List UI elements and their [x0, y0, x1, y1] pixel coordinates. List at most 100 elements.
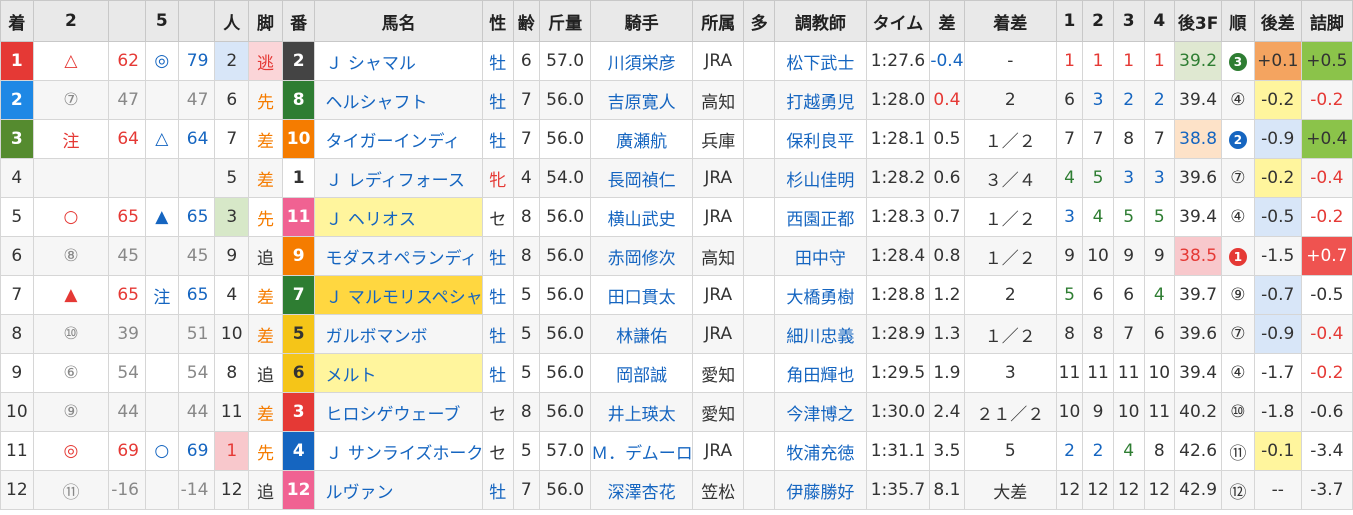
col-騎手[interactable]: 騎手 — [590, 0, 694, 42]
horse-number: 7 — [281, 275, 316, 315]
table-row[interactable]: 1 △ 62 ◎ 79 2 逃 2 Ｊ シャマル牡 6 57.0 川須栄彦 JRA 松下武士 1:27.6-… — [0, 41, 1353, 81]
col-2[interactable]: 2 — [32, 0, 110, 42]
corner-4: 10 — [1143, 353, 1176, 393]
mark-2: 注 — [32, 119, 110, 159]
col-馬名[interactable]: 馬名 — [314, 0, 483, 42]
horse-name-link[interactable]: ルヴァン — [314, 470, 483, 510]
col-番[interactable]: 番 — [281, 0, 316, 42]
horse-name-link[interactable]: Ｊ レディフォース — [314, 158, 483, 198]
col-人[interactable]: 人 — [214, 0, 250, 42]
table-row[interactable]: 12 ⑪ -16 -14 12 追 12 ルヴァン牡 7 56.0 深澤杏花 笠松 伊藤勝好 1:35.7… — [0, 470, 1353, 510]
col-斤量[interactable]: 斤量 — [539, 0, 592, 42]
col-調教師[interactable]: 調教師 — [773, 0, 867, 42]
jockey-link[interactable]: 廣瀬航 — [590, 119, 694, 159]
margin: 5 — [963, 431, 1057, 471]
time-diff: 0.8 — [929, 236, 965, 276]
age: 5 — [512, 275, 541, 315]
mark-5: ○ — [144, 431, 179, 471]
trainer-link[interactable]: 田中守 — [773, 236, 867, 276]
col-c1[interactable]: 1 — [1055, 0, 1084, 42]
col-c2[interactable]: 2 — [1082, 0, 1114, 42]
trainer-link[interactable]: 松下武士 — [773, 41, 867, 81]
col-詰脚[interactable]: 詰脚 — [1300, 0, 1353, 42]
trainer-link[interactable]: 保利良平 — [773, 119, 867, 159]
col-c4[interactable]: 4 — [1143, 0, 1176, 42]
jockey-link[interactable]: 岡部誠 — [590, 353, 694, 393]
col-多[interactable]: 多 — [743, 0, 775, 42]
multi — [743, 392, 775, 432]
trainer-link[interactable]: 角田輝也 — [773, 353, 867, 393]
table-row[interactable]: 3 注 64 △ 64 7 差 10 タイガーインディ牡 7 56.0 廣瀬航 兵庫 保利良平 1:28.1… — [0, 119, 1353, 159]
margin: 3 — [963, 353, 1057, 393]
finish-rank: 4 — [0, 158, 34, 198]
trainer-link[interactable]: 大橋勇樹 — [773, 275, 867, 315]
horse-name-link[interactable]: メルト — [314, 353, 483, 393]
col-c3[interactable]: 3 — [1112, 0, 1145, 42]
col-性[interactable]: 性 — [481, 0, 514, 42]
table-row[interactable]: 45差1Ｊ レディフォース牝 4 54.0 長岡禎仁 JRA 杉山佳明 1:28.2 0.6 ３… — [0, 158, 1353, 198]
trainer-link[interactable]: 西園正都 — [773, 197, 867, 237]
trainer-link[interactable]: 今津博之 — [773, 392, 867, 432]
col-タイム[interactable]: タイム — [865, 0, 931, 42]
trainer-link[interactable]: 杉山佳明 — [773, 158, 867, 198]
time-diff: -0.4 — [929, 41, 965, 81]
margin: 2 — [963, 275, 1057, 315]
table-row[interactable]: 2 ⑦ 47 47 6 先 8 ヘルシャフト牡 7 56.0 吉原寛人 高知 打越勇児 1:28.0 0.4… — [0, 80, 1353, 120]
race-result-table: 着 2 5 人 脚 番 馬名 性 齢 斤量 騎手 所属 多 調教師 タイム 差 … — [0, 0, 1353, 510]
horse-name-link[interactable]: Ｊ シャマル — [314, 41, 483, 81]
time: 1:28.2 — [865, 158, 931, 198]
corner-2: 4 — [1082, 197, 1114, 237]
col-齢[interactable]: 齢 — [512, 0, 541, 42]
trainer-link[interactable]: 牧浦充徳 — [773, 431, 867, 471]
popularity: 9 — [214, 236, 250, 276]
table-row[interactable]: 9 ⑥ 54 54 8 追 6 メルト牡 5 56.0 岡部誠 愛知 角田輝也 1:29.5 1.9 3 11 1… — [0, 353, 1353, 393]
col-着[interactable]: 着 — [0, 0, 34, 42]
closing-speed: -0.4 — [1300, 314, 1353, 354]
weight: 56.0 — [539, 80, 592, 120]
jockey-link[interactable]: 吉原寛人 — [590, 80, 694, 120]
jockey-link[interactable]: 長岡禎仁 — [590, 158, 694, 198]
trainer-link[interactable]: 打越勇児 — [773, 80, 867, 120]
col-所属[interactable]: 所属 — [692, 0, 745, 42]
col-後差[interactable]: 後差 — [1253, 0, 1302, 42]
jockey-link[interactable]: 川須栄彦 — [590, 41, 694, 81]
horse-name-link[interactable]: ガルボマンボ — [314, 314, 483, 354]
trainer-link[interactable]: 細川忠義 — [773, 314, 867, 354]
corner-4: 5 — [1143, 197, 1176, 237]
margin: ３／４ — [963, 158, 1057, 198]
col-5[interactable]: 5 — [144, 0, 179, 42]
horse-name-link[interactable]: モダスオペランディ — [314, 236, 483, 276]
running-style: 先 — [248, 80, 283, 120]
table-row[interactable]: 8 ⑩ 39 51 10 差 5 ガルボマンボ牡 5 56.0 林謙佑 JRA 細川忠義 1:28.9 1.… — [0, 314, 1353, 354]
col-差[interactable]: 差 — [929, 0, 965, 42]
jockey-link[interactable]: 井上瑛太 — [590, 392, 694, 432]
horse-name-link[interactable]: ヒロシゲウェーブ — [314, 392, 483, 432]
corner-3: 1 — [1112, 41, 1145, 81]
table-row[interactable]: 11 ◎ 69 ○ 69 1 先 4 Ｊ サンライズホークセ 5 57.0 Ｍ．デムーロ JRA 牧浦充徳… — [0, 431, 1353, 471]
age: 7 — [512, 119, 541, 159]
value-5: 69 — [177, 431, 216, 471]
jockey-link[interactable]: 深澤杏花 — [590, 470, 694, 510]
jockey-link[interactable]: 林謙佑 — [590, 314, 694, 354]
jockey-link[interactable]: 田口貫太 — [590, 275, 694, 315]
table-row[interactable]: 7 ▲ 65 注 65 4 差 7 Ｊ マルモリスペシャル牡 5 56.0 田口貫太 JRA 大橋勇樹 1:… — [0, 275, 1353, 315]
jockey-link[interactable]: 横山武史 — [590, 197, 694, 237]
trainer-link[interactable]: 伊藤勝好 — [773, 470, 867, 510]
running-style: 差 — [248, 158, 283, 198]
col-順[interactable]: 順 — [1221, 0, 1255, 42]
mark-5 — [144, 236, 179, 276]
corner-1: 10 — [1055, 392, 1084, 432]
horse-name-link[interactable]: タイガーインディ — [314, 119, 483, 159]
col-着差[interactable]: 着差 — [963, 0, 1057, 42]
horse-name-link[interactable]: Ｊ ヘリオス — [314, 197, 483, 237]
jockey-link[interactable]: Ｍ．デムーロ — [590, 431, 694, 471]
col-後3F[interactable]: 後3F — [1174, 0, 1223, 42]
horse-name-link[interactable]: Ｊ マルモリスペシャル — [314, 275, 483, 315]
table-row[interactable]: 10 ⑨ 44 44 11 差 3 ヒロシゲウェーブセ 8 56.0 井上瑛太 愛知 今津博之 1:30.… — [0, 392, 1353, 432]
table-row[interactable]: 5 ○ 65 ▲ 65 3 先 11 Ｊ ヘリオスセ 8 56.0 横山武史 JRA 西園正都 1:28.3… — [0, 197, 1353, 237]
horse-name-link[interactable]: ヘルシャフト — [314, 80, 483, 120]
jockey-link[interactable]: 赤岡修次 — [590, 236, 694, 276]
horse-name-link[interactable]: Ｊ サンライズホーク — [314, 431, 483, 471]
col-脚[interactable]: 脚 — [248, 0, 283, 42]
table-row[interactable]: 6 ⑧ 45 45 9 追 9 モダスオペランディ牡 8 56.0 赤岡修次 高知 田中守 1:28.4 0… — [0, 236, 1353, 276]
